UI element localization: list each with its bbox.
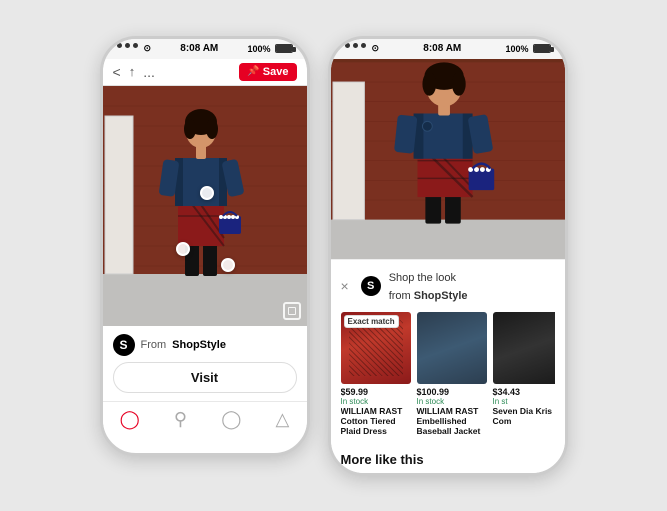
dot1 xyxy=(117,43,122,48)
phone-1: ⊙ 8:08 AM 100% < ↑ ... 📌 Save xyxy=(100,36,310,456)
signal-dots-2: ⊙ xyxy=(345,43,380,54)
back-button[interactable]: < xyxy=(113,64,121,80)
info-area-1: S From ShopStyle Visit xyxy=(103,326,307,401)
battery-pct-2: 100% xyxy=(505,44,528,54)
battery-pct: 100% xyxy=(247,44,270,54)
more-thumbnails xyxy=(341,473,555,475)
time-display-2: 8:08 AM xyxy=(423,43,461,54)
product-name-2: WILLIAM RAST Embellished Baseball Jacket xyxy=(417,406,487,437)
wifi-icon-2: ⊙ xyxy=(372,43,380,54)
status-bar-1: ⊙ 8:08 AM 100% xyxy=(103,39,307,59)
products-row: Exact match $59.99 In stock WILLIAM RAST… xyxy=(341,312,555,437)
product-image-3 xyxy=(493,312,555,384)
more-section: More like this xyxy=(331,444,565,475)
product-image-1: Exact match xyxy=(341,312,411,384)
phone-2: ⊙ 8:08 AM 100% xyxy=(328,36,568,476)
more-button[interactable]: ... xyxy=(143,64,155,80)
battery-area-2: 100% xyxy=(505,44,550,54)
save-label: Save xyxy=(263,66,289,78)
fashion-figure-svg xyxy=(103,86,307,326)
dot2 xyxy=(125,43,130,48)
dot3 xyxy=(133,43,138,48)
expand-icon[interactable] xyxy=(283,302,301,320)
shopstyle-logo-2: S xyxy=(361,276,381,296)
boot-image xyxy=(493,312,555,384)
shopstyle-name: ShopStyle xyxy=(172,339,226,351)
dot-a xyxy=(345,43,350,48)
product-stock-1: In stock xyxy=(341,397,411,406)
tab-profile[interactable]: △ xyxy=(276,409,290,430)
battery-fill xyxy=(276,45,292,52)
more-thumb-2[interactable] xyxy=(397,473,449,475)
main-image-2 xyxy=(331,59,565,259)
more-thumb-3[interactable] xyxy=(453,473,505,475)
product-price-3: $34.43 xyxy=(493,387,555,397)
battery-fill-2 xyxy=(534,45,550,52)
tab-bar-1: ◯ ⚲ ◯ △ xyxy=(103,401,307,437)
shop-header: × S Shop the look from ShopStyle xyxy=(341,268,555,304)
time-display: 8:08 AM xyxy=(180,43,218,54)
shopstyle-logo: S xyxy=(113,334,135,356)
battery-area: 100% xyxy=(247,44,292,54)
tab-chat[interactable]: ◯ xyxy=(221,409,241,430)
product-card-1[interactable]: Exact match $59.99 In stock WILLIAM RAST… xyxy=(341,312,411,437)
product-name-1: WILLIAM RAST Cotton Tiered Plaid Dress xyxy=(341,406,411,437)
main-image-1 xyxy=(103,86,307,326)
shop-panel: × S Shop the look from ShopStyle Exact xyxy=(331,259,565,445)
product-price-1: $59.99 xyxy=(341,387,411,397)
dot-c xyxy=(361,43,366,48)
share-button[interactable]: ↑ xyxy=(129,64,136,79)
status-bar-2: ⊙ 8:08 AM 100% xyxy=(331,39,565,59)
product-image-2 xyxy=(417,312,487,384)
shop-text-area: Shop the look from ShopStyle xyxy=(389,268,468,304)
dot-indicator-2[interactable] xyxy=(176,242,190,256)
exact-match-badge: Exact match xyxy=(344,315,399,328)
battery-icon-2 xyxy=(533,44,551,53)
shop-text-main: Shop the look xyxy=(389,272,456,284)
shopstyle-brand-2: ShopStyle xyxy=(414,290,468,302)
tab-pinterest[interactable]: ◯ xyxy=(120,409,140,430)
product-name-3: Seven Dia Kris Com xyxy=(493,406,555,426)
from-text: From xyxy=(141,339,167,351)
tab-search[interactable]: ⚲ xyxy=(174,409,187,430)
dot-b xyxy=(353,43,358,48)
scene: ⊙ 8:08 AM 100% < ↑ ... 📌 Save xyxy=(80,16,588,496)
jacket-image xyxy=(417,312,487,384)
battery-icon xyxy=(275,44,293,53)
nav-bar-1: < ↑ ... 📌 Save xyxy=(103,59,307,86)
visit-button[interactable]: Visit xyxy=(113,362,297,393)
close-button[interactable]: × xyxy=(341,278,349,294)
pin-icon: 📌 xyxy=(247,66,259,77)
save-button[interactable]: 📌 Save xyxy=(239,63,296,81)
more-title: More like this xyxy=(341,452,555,467)
product-card-2[interactable]: $100.99 In stock WILLIAM RAST Embellishe… xyxy=(417,312,487,437)
fashion-figure-svg-2 xyxy=(331,59,565,259)
product-price-2: $100.99 xyxy=(417,387,487,397)
nav-left: < ↑ ... xyxy=(113,64,155,80)
shop-from: from xyxy=(389,290,411,302)
product-stock-2: In stock xyxy=(417,397,487,406)
shop-the-look: Shop the look from ShopStyle xyxy=(389,272,468,302)
wifi-icon: ⊙ xyxy=(144,43,152,54)
expand-inner xyxy=(288,307,296,315)
shopstyle-row: S From ShopStyle xyxy=(113,334,297,356)
product-card-3[interactable]: $34.43 In st Seven Dia Kris Com xyxy=(493,312,555,437)
signal-dots: ⊙ xyxy=(117,43,152,54)
more-thumb-1[interactable] xyxy=(341,473,393,475)
product-stock-3: In st xyxy=(493,397,555,406)
